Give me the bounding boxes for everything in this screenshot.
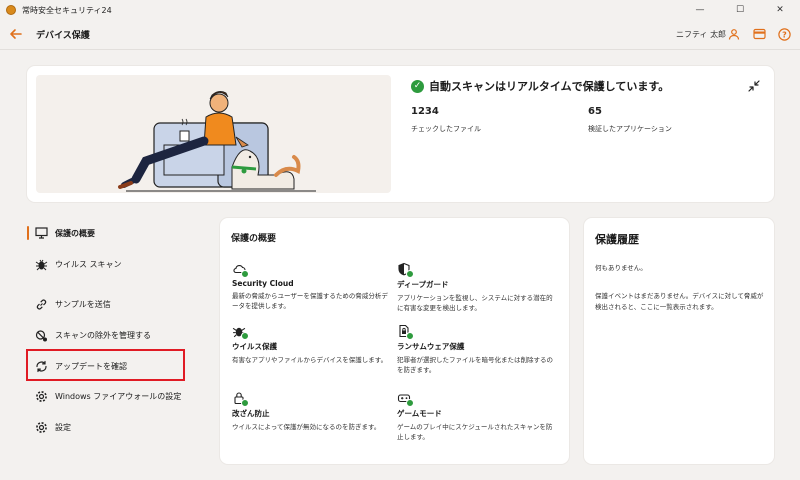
- svg-text:?: ?: [782, 30, 787, 39]
- feature-game-mode: ゲームモード ゲームのプレイ中にスケジュールされたスキャンを防止します。: [397, 390, 557, 442]
- bug-icon: [232, 323, 249, 340]
- check-circle-icon: ✓: [411, 79, 424, 93]
- sidebar-item-label: 保護の概要: [55, 228, 95, 238]
- history-title: 保護履歴: [595, 233, 639, 246]
- feature-name: 改ざん防止: [232, 409, 270, 418]
- history-card: 保護履歴 何もありません。 保護イベントはまだありません。デバイスに対して脅威が…: [584, 218, 774, 464]
- feature-desc: ゲームのプレイ中にスケジュールされたスキャンを防止します。: [397, 423, 553, 441]
- header-divider: [0, 49, 800, 50]
- sidebar-item-label: Windows ファイアウォールの設定: [55, 391, 182, 401]
- stat-files: 1234 チェックしたファイル: [411, 106, 481, 134]
- cloud-icon: [232, 261, 249, 278]
- close-button[interactable]: ✕: [760, 0, 800, 20]
- sidebar-item-label: 設定: [55, 422, 71, 432]
- page-title: デバイス保護: [36, 31, 90, 41]
- sidebar-item-label: サンプルを送信: [55, 299, 111, 309]
- overview-card: 保護の概要 Security Cloud 最新の脅威からユーザーを保護するための…: [220, 218, 569, 464]
- arrow-left-icon[interactable]: [8, 27, 24, 43]
- check-icon: [241, 399, 249, 407]
- shield-icon: [397, 261, 414, 278]
- gear-icon: [34, 420, 48, 434]
- gear-icon: [34, 389, 48, 403]
- monitor-icon: [34, 226, 48, 240]
- check-icon: [241, 332, 249, 340]
- feature-desc: アプリケーションを監視し、システムに対する潜在的に有害な変更を検出します。: [397, 294, 553, 312]
- history-description: 保護イベントはまだありません。デバイスに対して脅威が検出されると、ここに一覧表示…: [595, 292, 764, 311]
- feature-security-cloud: Security Cloud 最新の脅威からユーザーを保護するための脅威分析デー…: [232, 261, 392, 311]
- app-title: 常時安全セキュリティ24: [22, 5, 112, 15]
- check-icon: [241, 270, 249, 278]
- bug-icon: [34, 257, 48, 271]
- user-icon[interactable]: [726, 26, 742, 42]
- sidebar-item-virus-scan[interactable]: ウイルス スキャン: [27, 249, 207, 279]
- user-name[interactable]: ニフティ 太郎: [676, 29, 726, 40]
- feature-name: ウイルス保護: [232, 342, 277, 351]
- feature-desc: 最新の脅威からユーザーを保護するための脅威分析データを提供します。: [232, 292, 388, 310]
- status-message: 自動スキャンはリアルタイムで保護しています。: [429, 80, 670, 93]
- active-indicator: [27, 226, 29, 240]
- page-header: デバイス保護 ニフティ 太郎 ?: [0, 20, 800, 50]
- stat-value: 65: [588, 106, 602, 117]
- help-icon[interactable]: ?: [776, 26, 792, 42]
- sidebar-item-settings[interactable]: 設定: [27, 412, 207, 442]
- feature-name: ディープガード: [397, 280, 449, 289]
- sidebar-item-label: ウイルス スキャン: [55, 259, 122, 269]
- card-icon[interactable]: [751, 26, 767, 42]
- feature-desc: 有害なアプリやファイルからデバイスを保護します。: [232, 356, 388, 364]
- feature-name: Security Cloud: [232, 279, 294, 288]
- stat-label: チェックしたファイル: [411, 125, 481, 133]
- sidebar-item-submit-sample[interactable]: サンプルを送信: [27, 289, 207, 319]
- check-icon: [406, 399, 414, 407]
- feature-deepguard: ディープガード アプリケーションを監視し、システムに対する潜在的に有害な変更を検…: [397, 261, 557, 313]
- status-card: ✓ 自動スキャンはリアルタイムで保護しています。 1234 チェックしたファイル…: [27, 66, 774, 202]
- lock-icon: [232, 390, 249, 407]
- check-icon: [406, 270, 414, 278]
- app-logo-icon: [6, 5, 16, 15]
- gamepad-icon: [397, 390, 414, 407]
- window-controls: — ☐ ✕: [680, 0, 800, 20]
- document-lock-icon: [397, 323, 414, 340]
- check-icon: [406, 332, 414, 340]
- history-empty-text: 何もありません。: [595, 264, 647, 272]
- highlight-box: [26, 349, 185, 381]
- status-line: ✓ 自動スキャンはリアルタイムで保護しています。: [411, 78, 669, 94]
- sidebar-item-scan-exclusions[interactable]: スキャンの除外を管理する: [27, 320, 207, 350]
- feature-tamper-protection: 改ざん防止 ウイルスによって保護が無効になるのを防ぎます。: [232, 390, 392, 432]
- link-icon: [34, 297, 48, 311]
- collapse-icon[interactable]: [747, 78, 761, 92]
- stat-apps: 65 検証したアプリケーション: [588, 106, 672, 134]
- sidebar-item-firewall[interactable]: Windows ファイアウォールの設定: [27, 381, 207, 411]
- sidebar-item-label: スキャンの除外を管理する: [55, 330, 151, 340]
- stat-value: 1234: [411, 106, 439, 117]
- maximize-button[interactable]: ☐: [720, 0, 760, 20]
- feature-desc: ウイルスによって保護が無効になるのを防ぎます。: [232, 423, 381, 431]
- feature-desc: 犯罪者が選択したファイルを暗号化または削除するのを防ぎます。: [397, 356, 553, 374]
- minimize-button[interactable]: —: [680, 0, 720, 20]
- sidebar-item-overview[interactable]: 保護の概要: [27, 218, 207, 248]
- illustration-person-dog: [36, 75, 391, 193]
- title-bar: 常時安全セキュリティ24 — ☐ ✕: [0, 0, 800, 20]
- stat-label: 検証したアプリケーション: [588, 125, 672, 133]
- feature-ransomware-protection: ランサムウェア保護 犯罪者が選択したファイルを暗号化または削除するのを防ぎます。: [397, 323, 557, 375]
- feature-name: ランサムウェア保護: [397, 342, 465, 351]
- feature-virus-protection: ウイルス保護 有害なアプリやファイルからデバイスを保護します。: [232, 323, 392, 365]
- feature-name: ゲームモード: [397, 409, 442, 418]
- exclude-icon: [34, 328, 48, 342]
- overview-title: 保護の概要: [231, 234, 277, 244]
